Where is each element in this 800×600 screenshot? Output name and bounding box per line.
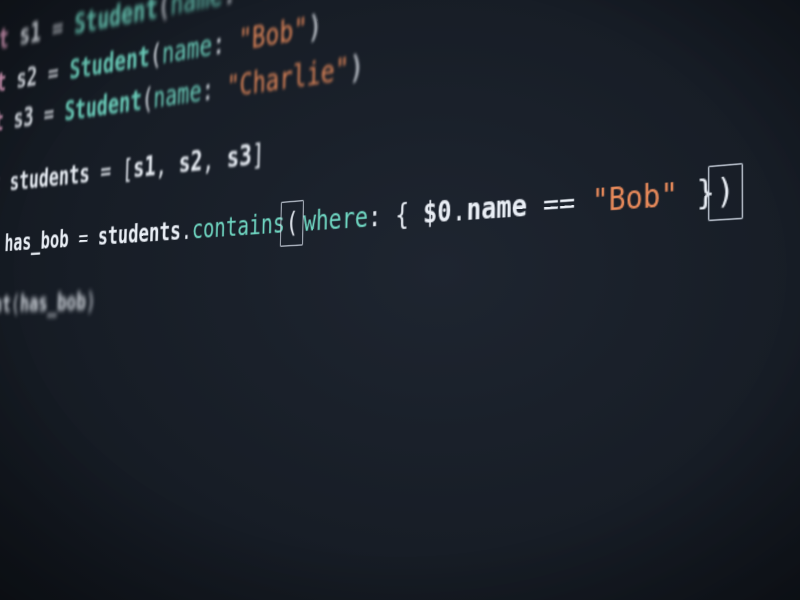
comma: , [155, 149, 167, 182]
op-assign: = [51, 11, 63, 46]
op-assign: = [100, 156, 112, 188]
arg-name: name [170, 0, 223, 23]
paren-close: ) [349, 49, 364, 88]
code-surface: let s1 = Student(name: "Alice") let s2 =… [0, 0, 800, 324]
colon: : [368, 199, 382, 233]
string-bob: "Bob" [238, 9, 308, 57]
ident-students: students [9, 158, 90, 196]
ident-s2: s2 [178, 145, 203, 180]
paren-close-cursor: ) [708, 163, 742, 221]
brace-open: { [395, 197, 409, 232]
string-bob: "Bob" [592, 175, 679, 219]
ident-s3: s3 [226, 139, 252, 175]
keyword-let: let [0, 65, 7, 101]
type-student: Student [69, 38, 150, 85]
ident-has-bob: has_bob [4, 225, 69, 257]
colon: : [212, 24, 226, 61]
op-assign: = [78, 223, 89, 252]
op-eqeq: == [543, 184, 576, 223]
dot: . [451, 193, 466, 229]
type-student: Student [64, 84, 142, 128]
paren-close: ) [85, 286, 96, 315]
closure-arg: $0 [423, 194, 452, 231]
colon: : [222, 0, 237, 13]
arg-name: name [153, 75, 202, 116]
paren-open: ( [149, 36, 162, 72]
ident-s3: s3 [13, 101, 34, 135]
arg-where: where [303, 201, 368, 238]
ident-s1: s1 [19, 16, 42, 53]
op-assign: = [43, 98, 54, 131]
arg-name: name [161, 27, 212, 70]
colon: : [201, 73, 214, 109]
keyword-let: let [0, 106, 4, 140]
code-editor-view: let s1 = Student(name: "Alice") let s2 =… [0, 0, 800, 600]
op-assign: = [47, 55, 59, 89]
ident-name: name [466, 188, 527, 228]
ident-s1: s1 [133, 150, 156, 184]
ident-has-bob: has_bob [20, 287, 87, 317]
ident-students: students [97, 216, 181, 251]
bracket-close: ] [251, 137, 265, 172]
fn-contains: contains [192, 207, 286, 245]
keyword-let: let [0, 22, 10, 60]
paren-close: ) [307, 6, 322, 46]
ident-s2: s2 [16, 59, 38, 94]
comma: , [202, 143, 215, 177]
keyword-let: let [0, 169, 1, 200]
paren-open-cursor: ( [280, 200, 304, 247]
